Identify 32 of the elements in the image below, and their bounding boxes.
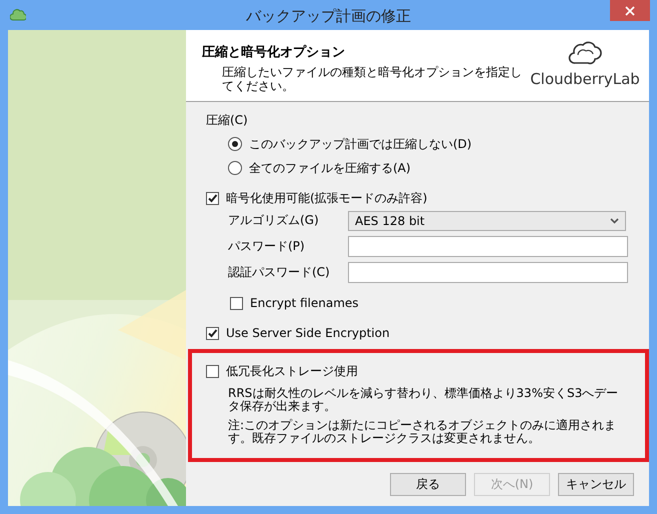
cloud-logo-icon [568,40,602,66]
close-icon [625,6,635,16]
cloud-icon [10,8,26,22]
radio-button[interactable] [228,137,242,151]
page-heading: 圧縮と暗号化オプション [202,44,346,61]
radio-label: 全てのファイルを圧縮する(A) [249,160,411,176]
section-label: 圧縮(C) [206,112,249,129]
password-field[interactable] [348,262,628,283]
page-description: 圧縮したいファイルの種類と暗号化オプションを指定してください。 [222,65,522,93]
checkbox-label: 暗号化使用可能(拡張モードのみ許容) [226,190,428,206]
checkbox[interactable] [206,364,219,378]
checkbox[interactable] [206,326,219,340]
password-field[interactable] [348,236,628,257]
radio-label: このバックアップ計画では圧縮しない(D) [249,136,472,152]
algorithm-dropdown[interactable]: AES 128 bit [348,210,626,230]
window-title: バックアップ計画の修正 [245,7,412,26]
field-label: パスワード(P) [228,238,306,255]
dialog-button[interactable]: キャンセル [558,473,634,496]
dialog-button[interactable]: 戻る [390,473,466,496]
checkbox-label: Use Server Side Encryption [226,326,390,340]
checkbox-label: Encrypt filenames [250,296,359,310]
close-button[interactable] [610,0,650,21]
checkbox[interactable] [206,192,219,204]
note-text: 注:このオプションは新たにコピーされるオブジェクトのみに適用されます。既存ファイルのストレージクラスは変更されません。 [228,419,618,445]
field-label: アルゴリズム(G) [228,212,320,229]
chevron-down-icon [610,218,619,224]
checkbox-label: 低冗長化ストレージ使用 [226,362,358,380]
brand-logo-text: CloudberryLab [530,70,640,88]
field-label: 認証パスワード(C) [228,264,331,281]
checkbox[interactable] [230,296,243,310]
note-text: RRSは耐久性のレベルを減らす替わり、標準価格より33%安くS3へデータ保存が出来ます。 [228,387,620,413]
radio-button[interactable] [228,161,242,175]
